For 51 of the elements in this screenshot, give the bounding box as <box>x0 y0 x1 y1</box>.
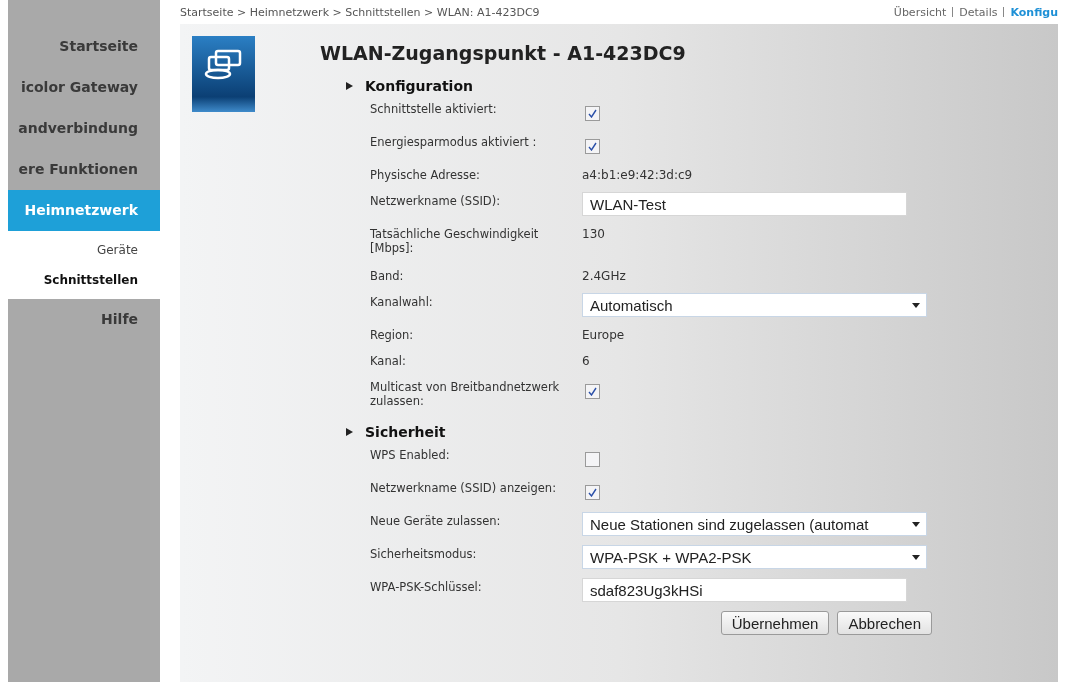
form-button[interactable]: Übernehmen <box>720 611 830 635</box>
checkbox[interactable] <box>585 485 600 500</box>
field-label: Energiesparmodus aktiviert : <box>370 134 538 149</box>
field-label: WPA-PSK-Schlüssel: <box>370 579 483 594</box>
field-label: Netzwerkname (SSID): <box>370 193 502 208</box>
checkbox[interactable] <box>585 452 600 467</box>
field-label: Tatsächliche Geschwindigkeit [Mbps]: <box>370 226 540 255</box>
checkbox[interactable] <box>585 106 600 121</box>
view-link[interactable]: Details <box>959 5 998 19</box>
field-label: WPS Enabled: <box>370 447 451 462</box>
caret-down-icon <box>912 302 920 308</box>
input-field[interactable]: sdaf823Ug3kHSi <box>582 578 907 602</box>
dropdown[interactable]: Neue Stationen sind zugelassen (automat <box>582 512 927 536</box>
form-button[interactable]: Abbrechen <box>837 611 932 635</box>
dropdown[interactable]: WPA-PSK + WPA2-PSK <box>582 545 927 569</box>
dropdown[interactable]: Automatisch <box>582 293 927 317</box>
checkbox[interactable] <box>585 139 600 154</box>
caret-down-icon <box>912 521 920 527</box>
checkbox[interactable] <box>585 384 600 399</box>
sidebar-subitem[interactable]: Geräte <box>8 235 160 265</box>
sidebar-item[interactable]: Startseite <box>8 26 160 67</box>
field-value: a4:b1:e9:42:3d:c9 <box>582 167 693 182</box>
sidebar-item[interactable]: Hilfe <box>8 299 160 340</box>
field-label: Kanalwahl: <box>370 294 434 309</box>
sidebar-item[interactable]: andverbindung <box>8 108 160 149</box>
caret-icon <box>346 82 353 90</box>
breadcrumb: Startseite > Heimnetzwerk > Schnittstellen > WLAN: A1-423DC9 <box>180 5 540 19</box>
field-label: Netzwerkname (SSID) anzeigen: <box>370 480 558 495</box>
field-label: Schnittstelle aktiviert: <box>370 101 498 116</box>
field-label: Multicast von Breitbandnetzwerk zulassen: <box>370 379 561 408</box>
field-label: Region: <box>370 327 415 342</box>
input-field[interactable]: WLAN-Test <box>582 192 907 216</box>
field-label: Kanal: <box>370 353 407 368</box>
sidebar-item[interactable]: ere Funktionen <box>8 149 160 190</box>
section-heading: Sicherheit <box>365 424 446 440</box>
caret-down-icon <box>912 554 920 560</box>
view-link[interactable]: Übersicht <box>893 5 947 19</box>
field-label: Neue Geräte zulassen: <box>370 513 502 528</box>
field-label: Band: <box>370 268 405 283</box>
field-value: Europe <box>582 327 625 342</box>
field-value: 6 <box>582 353 590 368</box>
sidebar-item[interactable]: icolor Gateway <box>8 67 160 108</box>
field-label: Physische Adresse: <box>370 167 481 182</box>
page-title: WLAN-Zugangspunkt - A1-423DC9 <box>320 42 687 64</box>
sidebar-subitem[interactable]: Schnittstellen <box>8 265 160 295</box>
field-value: 130 <box>582 226 605 241</box>
field-value: 2.4GHz <box>582 268 626 283</box>
caret-icon <box>346 428 353 436</box>
section-heading: Konfiguration <box>365 78 473 94</box>
field-label: Sicherheitsmodus: <box>370 546 478 561</box>
laptops-icon <box>203 48 244 80</box>
